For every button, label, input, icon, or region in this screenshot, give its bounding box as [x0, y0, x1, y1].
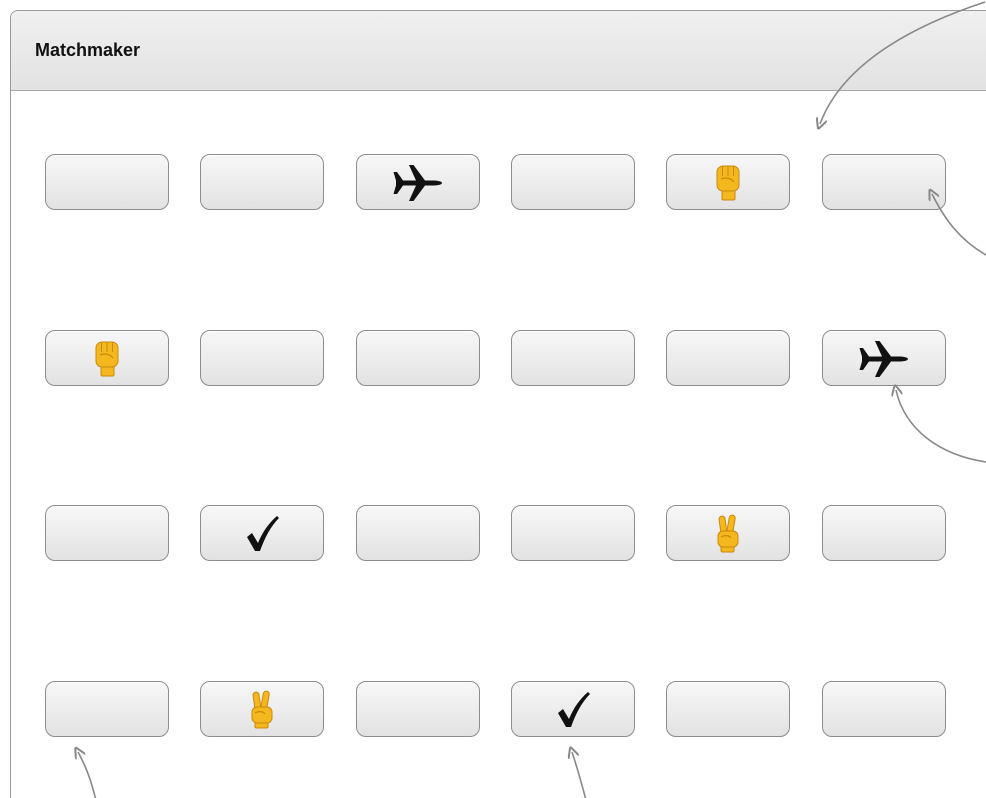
card-tile[interactable] — [666, 681, 790, 737]
card-tile[interactable] — [200, 681, 324, 737]
card-tile[interactable] — [666, 505, 790, 561]
raised-fist-icon — [713, 162, 743, 202]
card-tile[interactable] — [822, 681, 946, 737]
card-tile[interactable] — [511, 154, 635, 210]
card-tile[interactable] — [356, 505, 480, 561]
airplane-icon — [858, 338, 910, 378]
card-tile[interactable] — [200, 154, 324, 210]
card-tile[interactable] — [511, 330, 635, 386]
card-tile[interactable] — [822, 330, 946, 386]
raised-fist-icon — [92, 338, 122, 378]
card-grid — [0, 0, 986, 798]
card-tile[interactable] — [45, 330, 169, 386]
check-mark-icon — [555, 689, 591, 729]
airplane-icon — [392, 162, 444, 202]
screen: Matchmaker — [0, 0, 986, 798]
victory-hand-icon — [247, 689, 277, 729]
check-mark-icon — [244, 513, 280, 553]
card-tile[interactable] — [45, 154, 169, 210]
card-tile[interactable] — [45, 505, 169, 561]
card-tile[interactable] — [666, 330, 790, 386]
card-tile[interactable] — [45, 681, 169, 737]
card-tile[interactable] — [822, 505, 946, 561]
victory-hand-icon — [713, 513, 743, 553]
card-tile[interactable] — [822, 154, 946, 210]
card-tile[interactable] — [511, 505, 635, 561]
card-tile[interactable] — [356, 681, 480, 737]
card-tile[interactable] — [356, 330, 480, 386]
card-tile[interactable] — [200, 505, 324, 561]
card-tile[interactable] — [666, 154, 790, 210]
card-tile[interactable] — [356, 154, 480, 210]
card-tile[interactable] — [511, 681, 635, 737]
card-tile[interactable] — [200, 330, 324, 386]
